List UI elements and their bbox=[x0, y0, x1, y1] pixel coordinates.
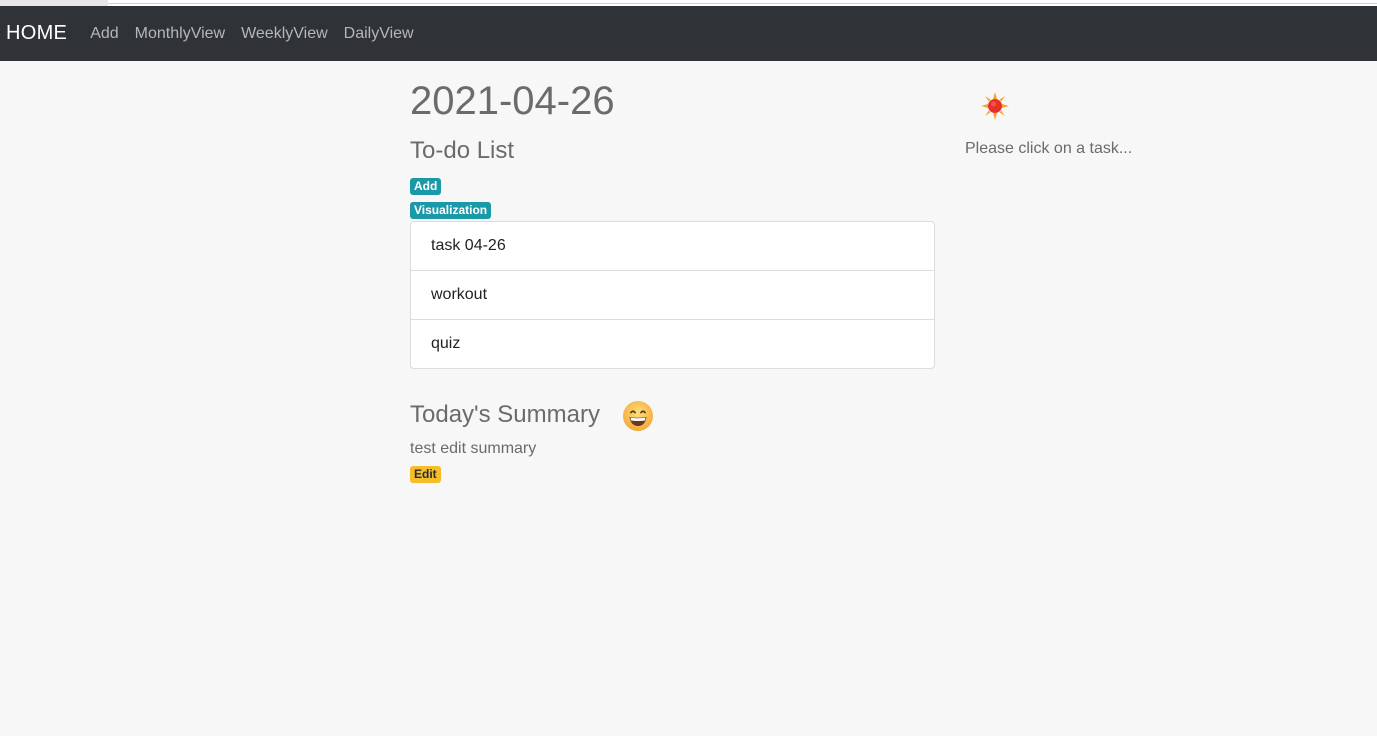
edit-summary-button[interactable]: Edit bbox=[410, 466, 441, 483]
add-task-button[interactable]: Add bbox=[410, 178, 442, 195]
page-date-title: 2021-04-26 bbox=[410, 79, 615, 123]
sun-icon bbox=[981, 92, 1009, 120]
task-list-item[interactable]: workout bbox=[411, 271, 934, 320]
summary-text: test edit summary bbox=[410, 440, 537, 457]
visualization-button[interactable]: Visualization bbox=[410, 202, 492, 219]
task-list-item[interactable]: task 04-26 bbox=[411, 222, 934, 271]
task-list-item[interactable]: quiz bbox=[411, 320, 934, 368]
nav-link-daily-view[interactable]: DailyView bbox=[344, 25, 414, 43]
task-list: task 04-26 workout quiz bbox=[410, 221, 935, 369]
nav-home-link[interactable]: HOME bbox=[6, 22, 67, 45]
top-navbar: HOME Add MonthlyView WeeklyView DailyVie… bbox=[0, 6, 1377, 61]
summary-heading: Today's Summary bbox=[410, 401, 600, 428]
todo-list-heading: To-do List bbox=[410, 137, 515, 164]
grinning-face-icon bbox=[622, 400, 654, 432]
nav-link-weekly-view[interactable]: WeeklyView bbox=[241, 25, 328, 43]
nav-link-add[interactable]: Add bbox=[90, 25, 118, 43]
task-detail-hint: Please click on a task... bbox=[965, 140, 1133, 157]
nav-link-monthly-view[interactable]: MonthlyView bbox=[135, 25, 225, 43]
top-strip-line bbox=[108, 3, 1377, 4]
